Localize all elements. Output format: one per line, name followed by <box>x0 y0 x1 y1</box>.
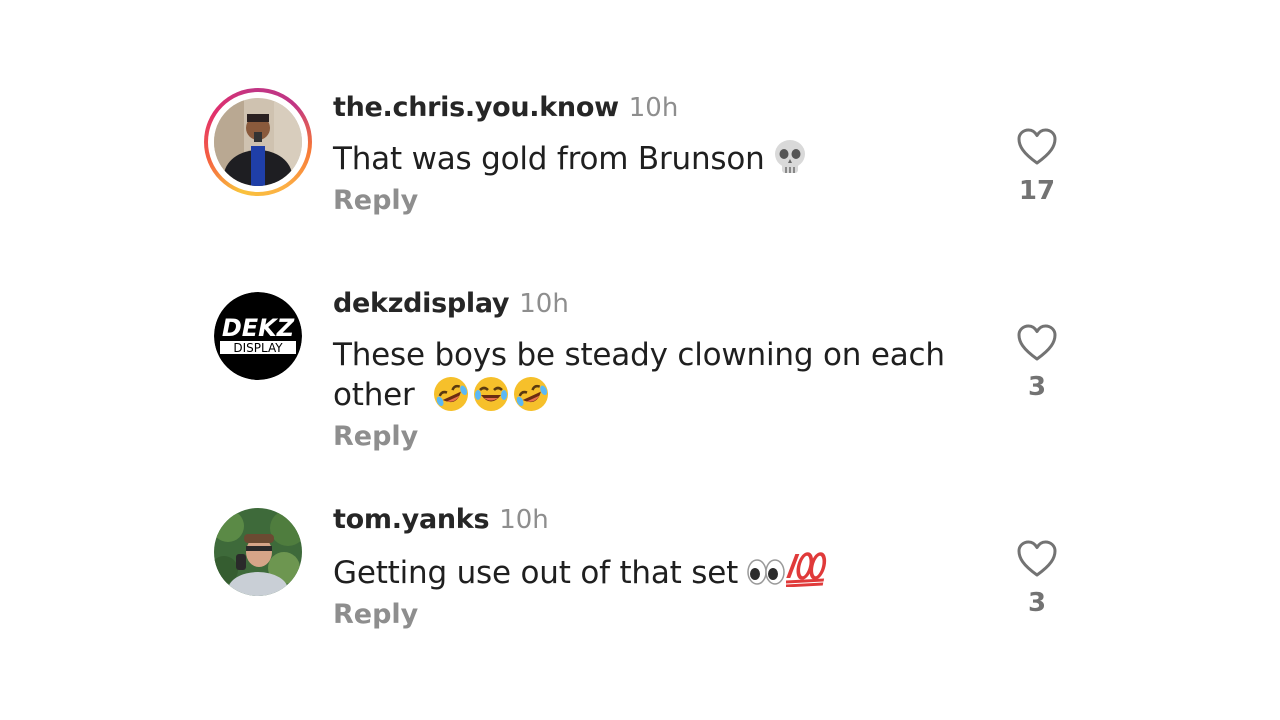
rolling-laughing-icon <box>434 377 469 411</box>
eyes-icon <box>747 559 785 585</box>
rolling-laughing-icon <box>514 377 549 411</box>
avatar[interactable] <box>214 98 302 186</box>
comment-timestamp: 10h <box>519 289 569 319</box>
comment-username[interactable]: dekzdisplay <box>333 288 510 319</box>
comment-text-line-2: other <box>333 377 415 413</box>
tears-of-joy-icon <box>474 377 509 411</box>
comment-username[interactable]: the.chris.you.know <box>333 92 619 123</box>
reply-button[interactable]: Reply <box>333 599 418 630</box>
avatar-container[interactable] <box>204 498 312 606</box>
comment-text: Getting use out of that set <box>333 551 973 593</box>
avatar-container[interactable] <box>204 88 312 196</box>
avatar-logo-top: DEKZ <box>222 314 295 342</box>
heart-icon[interactable] <box>1017 540 1057 578</box>
comment-username[interactable]: tom.yanks <box>333 504 490 535</box>
like-count: 17 <box>1018 176 1056 206</box>
comment-timestamp: 10h <box>628 93 679 123</box>
heart-icon[interactable] <box>1017 128 1057 166</box>
avatar-logo-bottom: DISPLAY <box>233 341 283 355</box>
comment-text: These boys be steady clowning on each ot… <box>333 335 973 415</box>
skull-icon <box>774 140 805 173</box>
hundred-points-icon <box>786 552 827 587</box>
reply-button[interactable]: Reply <box>333 185 418 216</box>
like-count: 3 <box>1027 588 1047 618</box>
heart-icon[interactable] <box>1017 324 1057 362</box>
avatar-container[interactable]: DEKZ DISPLAY <box>204 282 312 390</box>
comment-timestamp: 10h <box>499 505 549 535</box>
comment-text-line-1: These boys be steady clowning on each <box>333 337 945 373</box>
comment-text-body: That was gold from Brunson <box>333 141 765 177</box>
like-container: 3 <box>1005 540 1069 618</box>
like-count: 3 <box>1027 372 1047 402</box>
avatar[interactable] <box>214 508 302 596</box>
like-container: 3 <box>1005 324 1069 402</box>
comment-text-body: Getting use out of that set <box>333 555 739 591</box>
like-container: 17 <box>1005 128 1069 206</box>
story-ring[interactable] <box>204 88 312 196</box>
reply-button[interactable]: Reply <box>333 421 418 452</box>
comment-text: That was gold from Brunson <box>333 139 973 179</box>
avatar[interactable]: DEKZ DISPLAY <box>214 292 302 380</box>
